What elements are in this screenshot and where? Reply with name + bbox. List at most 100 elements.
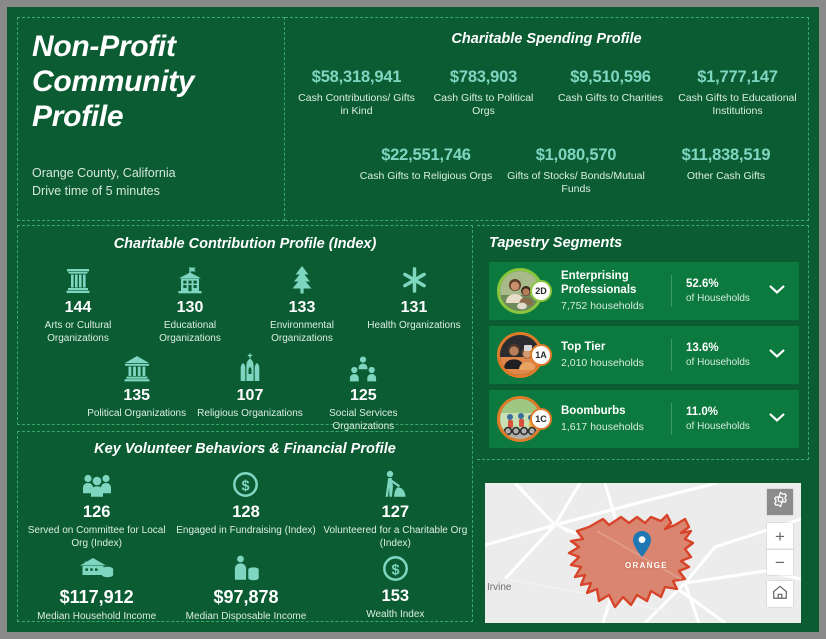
metric-label: Volunteered for a Charitable Org (Index) [323, 525, 468, 549]
metric-value: $117,912 [59, 587, 134, 607]
volunteer-section-title: Key Volunteer Behaviors & Financial Prof… [94, 441, 396, 457]
spending-row-1: $58,318,941 Cash Contributions/ Gifts in… [293, 68, 801, 119]
metric-value: 107 [236, 387, 264, 404]
stat-charities: $9,510,596 Cash Gifts to Charities [547, 68, 674, 119]
spending-row-2: $22,551,746 Cash Gifts to Religious Orgs… [351, 146, 801, 197]
page-title: Non-Profit Community Profile [32, 30, 195, 133]
metric-religious: 107 Religious Organizations [193, 352, 306, 433]
metric-value: 126 [82, 503, 111, 521]
metric-value: 130 [176, 299, 204, 316]
metric-value: 153 [381, 587, 410, 605]
metric-value: 127 [381, 503, 410, 521]
person-coins-icon [173, 552, 318, 582]
three-people-icon [24, 468, 169, 498]
tapestry-row-text: Enterprising Professionals 7,752 househo… [561, 270, 672, 311]
segment-name: Boomburbs [561, 404, 626, 417]
stat-label: Cash Contributions/ Gifts in Kind [298, 92, 415, 118]
contribution-row-1: 144 Arts or Cultural Organizations 130 E… [22, 264, 470, 345]
metric-label: Environmental Organizations [270, 320, 334, 344]
tapestry-row-boomburbs[interactable]: 1C Boomburbs 1,617 households 11.0% of H… [489, 390, 799, 448]
stat-other-cash-gifts: $11,838,519 Other Cash Gifts [651, 146, 801, 197]
avatar-wrap: 1C [497, 396, 552, 442]
charitable-contribution-panel: Charitable Contribution Profile (Index) … [17, 225, 473, 432]
stat-value: $783,903 [449, 68, 518, 86]
metric-label: Social Services Organizations [329, 408, 398, 432]
svg-text:$: $ [242, 478, 250, 494]
metric-label: Health Organizations [367, 320, 461, 331]
tapestry-row-text: Boomburbs 1,617 households [561, 405, 644, 433]
plus-icon: + [775, 526, 785, 546]
tapestry-row-left: 1A Top Tier 2,010 households [489, 332, 672, 378]
stat-value: $11,838,519 [681, 146, 771, 164]
stat-label: Cash Gifts to Religious Orgs [359, 170, 493, 182]
map-zoom-out-button[interactable]: − [767, 549, 793, 575]
stat-label: Cash Gifts to Educational Institutions [678, 92, 797, 118]
contribution-row-2: 135 Political Organizations 107 Religiou… [80, 352, 420, 433]
tapestry-row-right: 52.6% of Households [672, 278, 799, 304]
stat-value: $1,080,570 [535, 146, 617, 164]
metric-value: 135 [123, 387, 151, 404]
tapestry-row-right: 13.6% of Households [672, 342, 799, 368]
metric-label: Arts or Cultural Organizations [44, 320, 112, 344]
svg-text:$: $ [391, 562, 399, 578]
metric-value: 125 [349, 387, 377, 404]
metric-fundraising: $ 128 Engaged in Fundraising (Index) [171, 468, 320, 550]
metric-label: Median Disposable Income [185, 611, 307, 622]
health-asterisk-icon [360, 264, 468, 294]
metric-label: Median Household Income [37, 611, 157, 622]
metric-median-household-income: $117,912 Median Household Income [22, 552, 171, 624]
metric-value: 133 [288, 299, 316, 316]
tapestry-row-top-tier[interactable]: 1A Top Tier 2,010 households 13.6% of Ho… [489, 326, 799, 384]
segment-households: 7,752 households [561, 299, 644, 312]
metric-served-committee: 126 Served on Committee for Local Org (I… [22, 468, 171, 550]
metric-wealth-index: $ 153 Wealth Index [321, 552, 470, 624]
map-panel[interactable]: ORANGE Irvine + − [485, 483, 801, 623]
dollar-circle-icon: $ [323, 552, 468, 582]
map-zoom-in-button[interactable]: + [767, 523, 793, 549]
metric-label: Religious Organizations [197, 408, 303, 419]
metric-arts-cultural: 144 Arts or Cultural Organizations [22, 264, 134, 345]
header-section: Non-Profit Community Profile Orange Coun… [17, 17, 809, 221]
segment-code-badge: 1C [530, 408, 552, 430]
location-text: Orange County, California [32, 166, 176, 180]
chevron-down-icon[interactable] [769, 410, 785, 428]
volunteer-row-1: 126 Served on Committee for Local Org (I… [22, 468, 470, 550]
location-subtitle: Orange County, California Drive time of … [32, 164, 176, 200]
stat-stocks-bonds: $1,080,570 Gifts of Stocks/ Bonds/Mutual… [501, 146, 651, 197]
avatar-wrap: 1A [497, 332, 552, 378]
chevron-down-icon[interactable] [769, 282, 785, 300]
stat-educational-institutions: $1,777,147 Cash Gifts to Educational Ins… [674, 68, 801, 119]
people-group-icon [309, 352, 418, 382]
metric-label: Engaged in Fundraising (Index) [176, 525, 316, 536]
stat-value: $1,777,147 [697, 68, 778, 86]
volunteer-row-2: $117,912 Median Household Income $97,878… [22, 552, 470, 624]
metric-value: 144 [64, 299, 92, 316]
bank-icon [82, 352, 191, 382]
metric-median-disposable-income: $97,878 Median Disposable Income [171, 552, 320, 624]
stat-value: $58,318,941 [311, 68, 402, 86]
metric-health: 131 Health Organizations [358, 264, 470, 345]
metric-label: Served on Committee for Local Org (Index… [27, 525, 166, 549]
map-home-button[interactable] [767, 581, 793, 607]
map-settings-button[interactable] [767, 489, 793, 515]
stat-political-orgs: $783,903 Cash Gifts to Political Orgs [420, 68, 547, 119]
metric-value: 128 [232, 503, 260, 521]
segment-code-badge: 2D [530, 280, 552, 302]
stat-religious-orgs: $22,551,746 Cash Gifts to Religious Orgs [351, 146, 501, 197]
metric-environmental: 133 Environmental Organizations [246, 264, 358, 345]
metric-political: 135 Political Organizations [80, 352, 193, 433]
museum-icon [24, 264, 132, 294]
drive-time-text: Drive time of 5 minutes [32, 184, 160, 199]
tapestry-row-right: 11.0% of Households [672, 406, 799, 432]
chevron-down-icon[interactable] [769, 346, 785, 364]
tapestry-row-enterprising-professionals[interactable]: 2D Enterprising Professionals 7,752 hous… [489, 262, 799, 320]
charitable-spending-panel: Charitable Spending Profile $58,318,941 … [285, 17, 809, 221]
title-block: Non-Profit Community Profile Orange Coun… [17, 17, 285, 221]
segment-name: Top Tier [561, 340, 606, 353]
stat-value: $22,551,746 [381, 146, 471, 164]
volunteer-financial-panel: Key Volunteer Behaviors & Financial Prof… [17, 431, 473, 622]
metric-educational: 130 Educational Organizations [134, 264, 246, 345]
stat-label: Gifts of Stocks/ Bonds/Mutual Funds [507, 170, 645, 196]
tapestry-row-left: 2D Enterprising Professionals 7,752 hous… [489, 268, 672, 314]
map-pin-icon[interactable] [633, 531, 651, 562]
